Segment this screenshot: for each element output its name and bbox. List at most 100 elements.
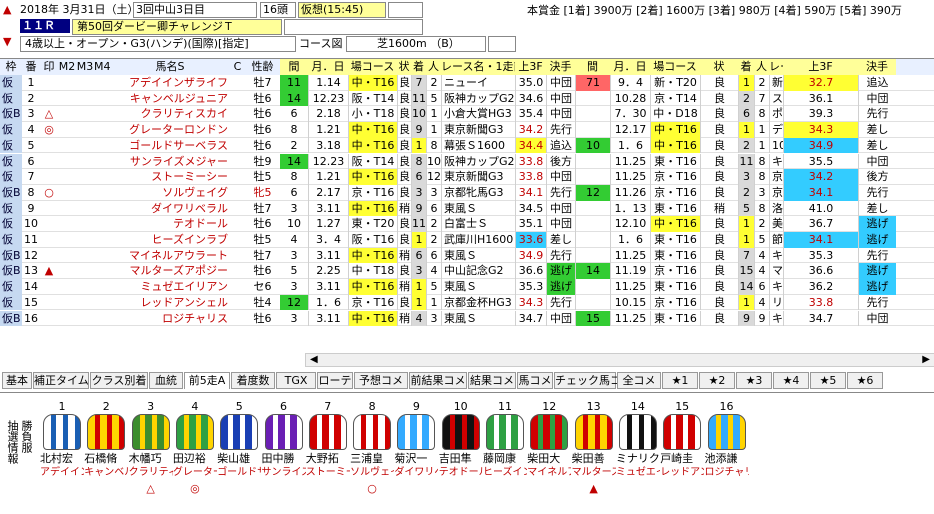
jockey-card[interactable]: 3 木幡巧クラリティ △ [129,400,173,500]
column-header[interactable]: M3 [76,59,94,75]
column-header[interactable]: 状 [397,59,411,75]
jockey-card[interactable]: 6 田中勝サンライズ [262,400,306,500]
tab-6[interactable]: TGX [276,372,316,389]
column-header[interactable]: 場コース [348,59,397,75]
jockey-card[interactable]: 12 柴田大マイネルア [527,400,571,500]
cell-sex: 牡4 [253,295,272,309]
column-header[interactable]: 月．日 [610,59,650,75]
cell-f2: 34.9 [783,137,858,154]
table-scrollbar[interactable]: ◀ ▶ [305,353,934,367]
column-header[interactable]: 上3F [515,59,546,75]
column-header[interactable]: 間 [280,59,308,75]
tab-2[interactable]: クラス別着 [90,372,148,389]
cell-name: マイネルアウラート [129,248,228,262]
column-header[interactable]: 人 [426,59,441,75]
up-arrow-icon[interactable]: ▲ [3,3,15,17]
tab-13[interactable]: 全コメ [617,372,661,389]
tab-9[interactable]: 前結果コメ [409,372,467,389]
tab-16[interactable]: ★3 [736,372,772,389]
tab-17[interactable]: ★4 [773,372,809,389]
cell-g2: 10 [575,137,610,154]
table-row[interactable]: 仮B 12 マイネルアウラート 牡7 3 3.11 中・T16 稍 6 6 東風Ｓ 34.9 先行 11.… [0,247,934,264]
cell-blank [94,169,110,185]
table-row[interactable]: 仮 9 ダイワリベラル 牡7 3 3.11 中・T16 稍 9 6 東風Ｓ 34.5 中団 1．13 東・T… [0,200,934,217]
tab-1[interactable]: 補正タイム [33,372,89,389]
jockey-card[interactable]: 16 池添謙ロジチャリ [705,400,749,500]
tab-4[interactable]: 前5走A [184,372,230,389]
cell-n: 15 [24,295,38,309]
jockey-card[interactable]: 7 大野拓ストーミー [306,400,350,500]
cell-g2 [575,247,610,264]
tab-3[interactable]: 血統 [149,372,183,389]
prediction-extra [388,2,423,18]
column-header[interactable]: 枠 [0,59,22,75]
table-row[interactable]: 仮 4 ◎ グレーターロンドン 牡6 8 1.21 中・T16 良 9 1 東京新聞G3 34.2 先行 1… [0,122,934,138]
column-header[interactable]: レース名・2走前 [769,59,783,75]
jockey-card[interactable]: 14 ミナリクミュゼエイ [616,400,660,500]
column-header[interactable]: 場コース [650,59,700,75]
table-row[interactable]: 仮 2 キャンベルジュニア 牡6 14 12.23 阪・T14 良 11 5 阪神カップG2 34.6… [0,90,934,107]
column-header[interactable]: 決手 [546,59,575,75]
table-row[interactable]: 仮B 16 ロジチャリス 牡6 3 3.11 中・T16 稍 4 3 東風Ｓ 34.7 中団 15 11.2… [0,310,934,327]
tab-8[interactable]: 予想コメ [354,372,408,389]
jockey-card[interactable]: 1 北村宏アデイイン [40,400,84,500]
column-header[interactable]: 着 [411,59,426,75]
table-row[interactable]: 仮 6 サンライズメジャー 牡9 14 12.23 阪・T14 良 8 10 阪神カップG2 33.8… [0,153,934,170]
jockey-card[interactable]: 11 藤岡康ヒーズイン [483,400,527,500]
scroll-right-icon[interactable]: ▶ [922,354,930,365]
table-row[interactable]: 仮 7 ストーミーシー 牡5 8 1.21 中・T16 良 6 12 東京新聞G3 33.8 中団 11.… [0,169,934,185]
column-header[interactable]: 上3F [783,59,858,75]
tab-12[interactable]: チェック馬コメ [554,372,632,389]
cell-w: 仮 [0,75,22,91]
scroll-left-icon[interactable]: ◀ [310,354,318,365]
tab-19[interactable]: ★6 [847,372,883,389]
column-header[interactable]: M4 [94,59,110,75]
table-row[interactable]: 仮 5 ゴールドサーベラス 牡6 2 3.18 中・T16 良 1 8 幕張Ｓ1600 34.4 追込 1… [0,137,934,154]
table-row[interactable]: 仮 1 アデイインザライフ 牡7 11 1.14 中・T16 良 7 2 ニューイ 35.0 中団 71 9… [0,75,934,91]
cell-blank [94,279,110,295]
column-header[interactable]: 印 [40,59,58,75]
column-header[interactable]: 間 [575,59,610,75]
column-header[interactable]: C [230,59,245,75]
tab-5[interactable]: 着度数 [231,372,275,389]
table-row[interactable]: 仮B 8 ○ ソルヴェイグ 牝5 6 2.17 京・T16 良 3 3 京都牝馬G3 34.1 先行 12 1… [0,184,934,201]
table-row[interactable]: 仮 10 テオドール 牡6 10 1.27 東・T20 良 11 2 白富士Ｓ 35.1 中団 12.10… [0,216,934,232]
jockey-card[interactable]: 2 石橋脩キャンベル [84,400,128,500]
jockey-card[interactable]: 9 菊沢一ダイワリベ [394,400,438,500]
column-header[interactable]: 着 [738,59,754,75]
column-header[interactable]: 性齢 [245,59,280,75]
cell-k2: 差し [858,122,896,138]
tab-0[interactable]: 基本 [2,372,32,389]
tab-18[interactable]: ★5 [810,372,846,389]
tab-7[interactable]: ローテ [317,372,353,389]
cell-p2: 1 [738,122,754,138]
column-header[interactable]: M2 [58,59,76,75]
column-header[interactable]: 馬名S [110,59,230,75]
table-row[interactable]: 仮 14 ミュゼエイリアン セ6 3 3.11 中・T16 稍 1 5 東風Ｓ 35.3 逃げ 11.25… [0,279,934,295]
tab-11[interactable]: 馬コメ [517,372,553,389]
tab-14[interactable]: ★1 [662,372,698,389]
down-arrow-icon[interactable]: ▼ [3,35,15,49]
table-row[interactable]: 仮 15 レッドアンシェル 牡4 12 1．6 京・T16 良 1 1 京都金杯HG3 34.3 先行 1… [0,294,934,311]
column-header[interactable]: 決手 [858,59,896,75]
column-header[interactable]: レース名・1走前 [441,59,515,75]
jockey-card[interactable]: 8 三浦皇ソルヴェイ ○ [350,400,394,500]
column-header[interactable]: 月．日 [308,59,348,75]
table-row[interactable]: 仮B 3 △ クラリティスカイ 牡6 6 2.18 小・T18 良 10 1 小倉大賞HG3 35.4 中… [0,106,934,123]
tab-15[interactable]: ★2 [699,372,735,389]
course-label[interactable]: コース図 [299,37,342,51]
column-header[interactable]: 番 [22,59,40,75]
jockey-card[interactable]: 10 吉田隼テオドール [439,400,483,500]
column-header[interactable]: 状 [700,59,738,75]
cell-n: 16 [24,311,38,325]
column-header[interactable]: 人 [754,59,769,75]
jockey-card[interactable]: 15 戸崎圭レッドアン [660,400,704,500]
table-row[interactable]: 仮B 13 ▲ マルターズアポジー 牡6 5 2.25 中・T18 良 3 4 中山記念G2 36.6 逃… [0,263,934,280]
tab-10[interactable]: 結果コメ [468,372,516,389]
jockey-card[interactable]: 4 田辺裕グレーター ◎ [173,400,217,500]
cell-p2: 7 [738,247,754,264]
table-row[interactable]: 仮 11 ヒーズインラブ 牡5 4 3．4 阪・T16 良 1 2 武庫川H1600 33.6 差し 1．… [0,232,934,248]
jockey-card[interactable]: 13 柴田善マルターズ ▲ [572,400,616,500]
jockey-card[interactable]: 5 柴山雄ゴールドサ [217,400,261,500]
cell-pop2: 9 [754,310,769,327]
